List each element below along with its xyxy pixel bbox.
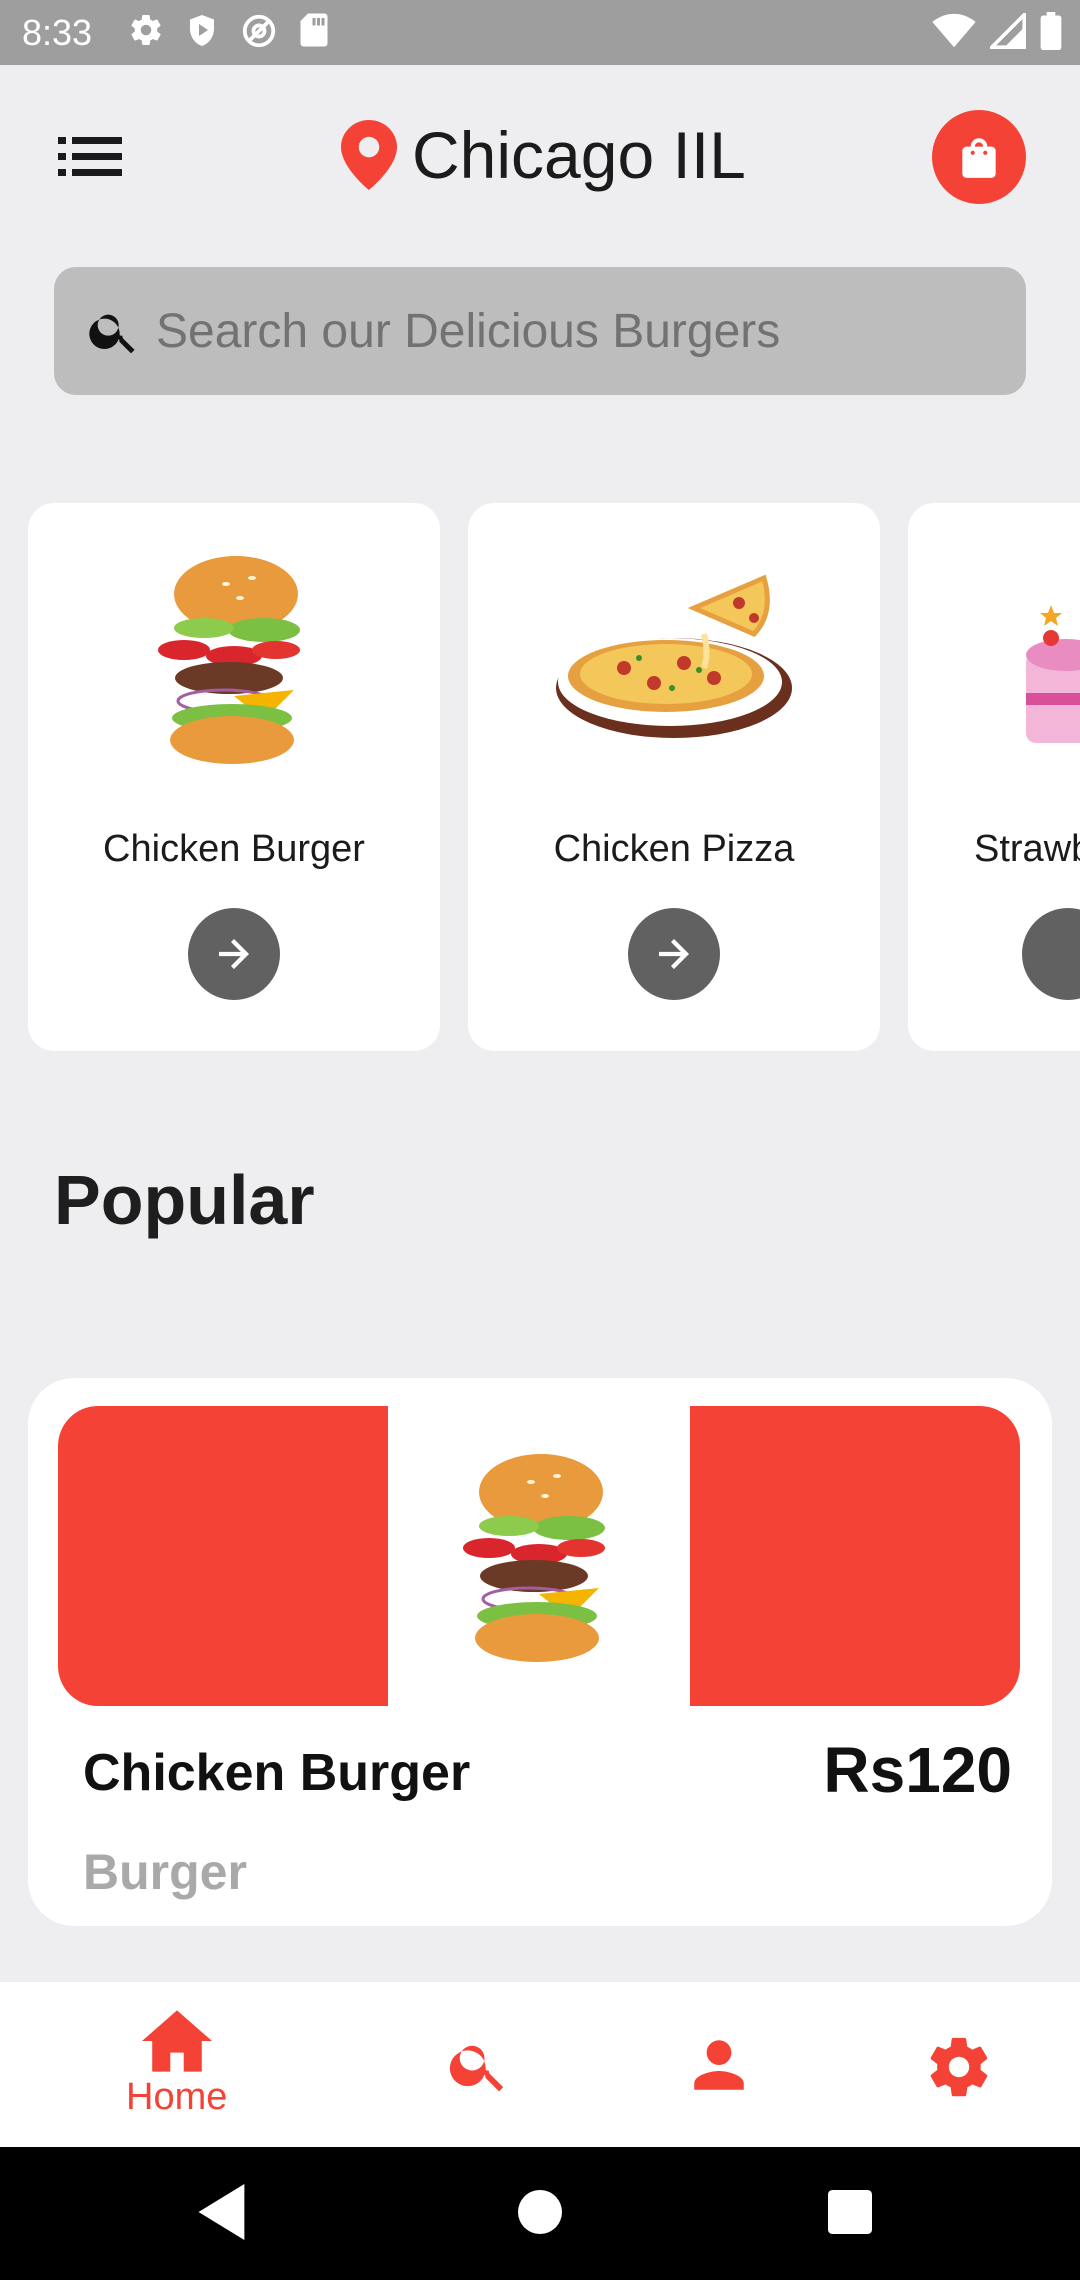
category-name: Chicken Burger <box>103 828 365 870</box>
back-icon[interactable] <box>198 2184 250 2240</box>
cake-illustration <box>1026 605 1080 743</box>
status-time: 8:33 <box>22 12 93 53</box>
cart-button[interactable] <box>932 110 1026 204</box>
popular-item-banner <box>58 1406 1020 1706</box>
category-name: Chicken Pizza <box>553 828 795 870</box>
category-carousel[interactable]: Chicken Burger Chicken Pizza Straw <box>0 503 1080 1053</box>
nav-item-settings[interactable] <box>924 2032 994 2102</box>
wifi-icon <box>932 13 976 48</box>
nav-item-home[interactable]: Home <box>126 2010 227 2119</box>
map-pin-icon <box>341 120 397 190</box>
pizza-illustration <box>556 574 792 738</box>
location-city: Chicago IIL <box>412 118 746 192</box>
open-category-button[interactable] <box>1022 908 1080 1000</box>
search-bar[interactable] <box>54 267 1026 395</box>
category-name: Strawb <box>974 828 1080 870</box>
nav-label-home: Home <box>126 2076 228 2118</box>
category-card-strawberry[interactable]: Strawb <box>908 503 1080 1051</box>
cell-signal-icon <box>990 13 1026 49</box>
popular-item-card[interactable]: Chicken Burger Rs120 Burger <box>28 1378 1052 1926</box>
at-sign-icon <box>242 14 276 48</box>
open-category-button[interactable] <box>188 908 280 1000</box>
list-menu-icon <box>58 137 122 176</box>
search-icon <box>89 314 135 354</box>
popular-item-price: Rs120 <box>823 1734 1012 1806</box>
home-circle-icon[interactable] <box>518 2184 562 2240</box>
nav-item-search[interactable] <box>446 2032 512 2098</box>
search-icon <box>449 2045 504 2092</box>
nav-item-profile[interactable] <box>686 2032 752 2098</box>
battery-icon <box>1040 12 1062 50</box>
location-selector[interactable]: Chicago IIL <box>340 117 746 193</box>
menu-button[interactable] <box>58 135 128 179</box>
sd-card-icon <box>300 13 328 47</box>
search-input[interactable] <box>156 303 976 359</box>
popular-item-name: Chicken Burger <box>83 1744 471 1802</box>
settings-icon <box>131 15 161 46</box>
shield-play-icon <box>190 15 214 46</box>
bottom-navigation: Home <box>0 1982 1080 2147</box>
open-category-button[interactable] <box>628 908 720 1000</box>
arrow-right-icon <box>219 939 249 969</box>
system-navigation-bar <box>0 2147 1080 2280</box>
popular-heading: Popular <box>54 1161 315 1239</box>
category-card-chicken-burger[interactable]: Chicken Burger <box>28 503 440 1051</box>
settings-icon <box>930 2037 988 2097</box>
home-icon <box>141 2010 212 2072</box>
burger-illustration <box>463 1454 605 1662</box>
recents-icon[interactable] <box>828 2184 872 2240</box>
shopping-bag-icon <box>962 138 996 178</box>
burger-illustration <box>158 556 300 764</box>
app-header: Chicago IIL <box>0 65 1080 245</box>
popular-item-category: Burger <box>83 1844 247 1900</box>
category-card-chicken-pizza[interactable]: Chicken Pizza <box>468 503 880 1051</box>
status-bar: 8:33 <box>0 0 1080 65</box>
person-icon <box>694 2040 744 2090</box>
arrow-right-icon <box>659 939 689 969</box>
